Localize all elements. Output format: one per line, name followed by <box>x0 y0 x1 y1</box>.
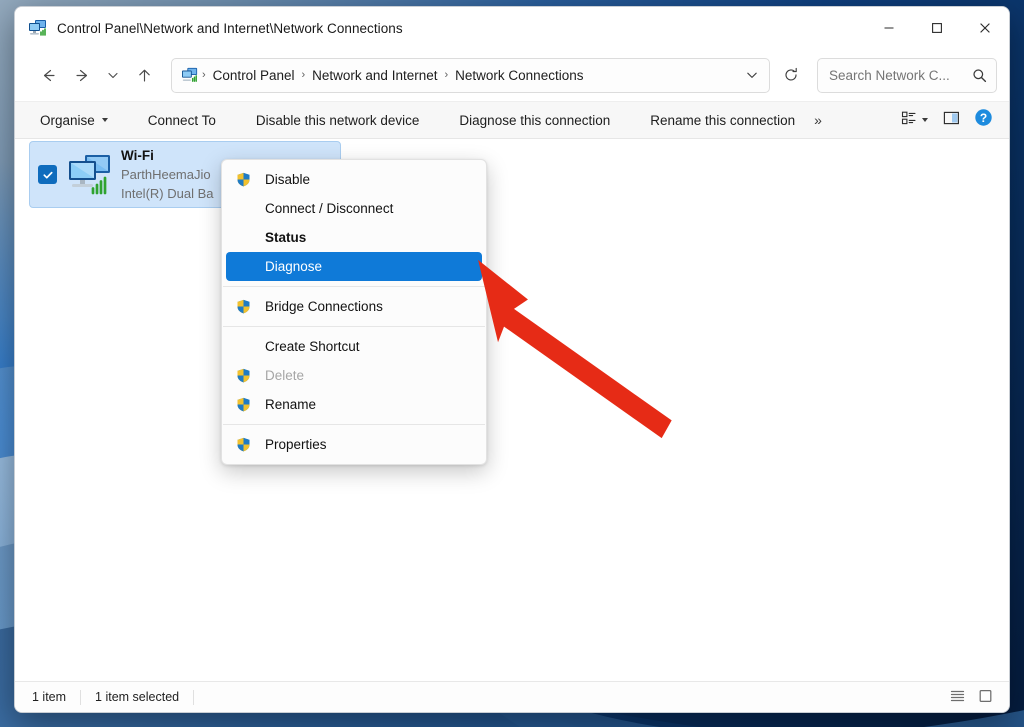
breadcrumb-separator: › <box>201 69 207 81</box>
chevron-down-icon <box>922 118 928 122</box>
menu-item-label: Properties <box>258 437 327 452</box>
details-view-button[interactable] <box>945 686 969 708</box>
view-options-icon <box>901 110 917 131</box>
uac-shield-icon <box>236 437 258 452</box>
menu-item-rename[interactable]: Rename <box>226 390 482 419</box>
window-title: Control Panel\Network and Internet\Netwo… <box>57 21 403 36</box>
explorer-window: Control Panel\Network and Internet\Netwo… <box>14 6 1010 713</box>
diagnose-connection-button[interactable]: Diagnose this connection <box>450 108 619 133</box>
search-box[interactable] <box>817 58 997 93</box>
connect-to-button[interactable]: Connect To <box>139 108 225 133</box>
network-adapter-icon <box>65 152 115 198</box>
breadcrumb-network-icon <box>181 67 199 83</box>
status-bar: 1 item 1 item selected <box>15 681 1009 712</box>
up-button[interactable] <box>127 58 161 92</box>
forward-button[interactable] <box>65 58 99 92</box>
menu-item-label: Disable <box>258 172 310 187</box>
uac-shield-icon <box>236 397 258 412</box>
menu-item-create-shortcut[interactable]: Create Shortcut <box>226 332 482 361</box>
connection-checkbox[interactable] <box>38 165 57 184</box>
organise-label: Organise <box>40 113 95 128</box>
chevron-down-icon[interactable] <box>737 60 767 91</box>
menu-item-label: Connect / Disconnect <box>258 201 393 216</box>
menu-item-diagnose[interactable]: Diagnose <box>226 252 482 281</box>
uac-shield-icon <box>236 368 258 383</box>
menu-separator <box>223 326 485 327</box>
connection-name: Wi-Fi <box>121 146 213 165</box>
menu-item-delete: Delete <box>226 361 482 390</box>
disable-network-device-button[interactable]: Disable this network device <box>247 108 429 133</box>
toolbar-right-group: ? <box>895 106 999 134</box>
selection-count: 1 item selected <box>95 690 193 704</box>
rename-connection-button[interactable]: Rename this connection <box>641 108 804 133</box>
refresh-button[interactable] <box>774 58 808 92</box>
context-menu: Disable Connect / Disconnect Status Diag… <box>221 159 487 465</box>
uac-shield-icon <box>236 172 258 187</box>
help-icon: ? <box>974 108 993 132</box>
close-button[interactable] <box>961 7 1009 49</box>
connection-text: Wi-Fi ParthHeemaJio Intel(R) Dual Ba <box>121 146 213 203</box>
breadcrumb-segment-network-and-internet[interactable]: Network and Internet <box>306 65 443 86</box>
menu-item-label: Bridge Connections <box>258 299 383 314</box>
details-view-icon <box>950 689 965 706</box>
maximize-button[interactable] <box>913 7 961 49</box>
preview-pane-icon <box>943 110 960 131</box>
menu-item-properties[interactable]: Properties <box>226 430 482 459</box>
menu-item-bridge-connections[interactable]: Bridge Connections <box>226 292 482 321</box>
menu-item-connect-disconnect[interactable]: Connect / Disconnect <box>226 194 482 223</box>
large-icons-view-button[interactable] <box>973 686 997 708</box>
window-controls <box>865 7 1009 49</box>
network-connections-icon <box>28 19 48 37</box>
organise-button[interactable]: Organise <box>31 108 117 133</box>
menu-item-label: Create Shortcut <box>258 339 360 354</box>
menu-item-status[interactable]: Status <box>226 223 482 252</box>
back-button[interactable] <box>31 58 65 92</box>
menu-item-disable[interactable]: Disable <box>226 165 482 194</box>
address-bar-row: › Control Panel › Network and Internet ›… <box>15 49 1009 101</box>
menu-item-label: Delete <box>258 368 304 383</box>
minimize-button[interactable] <box>865 7 913 49</box>
menu-item-label: Diagnose <box>258 259 322 274</box>
chevron-down-icon <box>102 118 108 122</box>
breadcrumb-segment-network-connections[interactable]: Network Connections <box>449 65 589 86</box>
large-icons-view-icon <box>978 689 993 706</box>
menu-separator <box>223 286 485 287</box>
connection-ssid: ParthHeemaJio <box>121 165 213 184</box>
connections-list-area: Wi-Fi ParthHeemaJio Intel(R) Dual Ba <box>15 139 1009 681</box>
breadcrumb-segment-control-panel[interactable]: Control Panel <box>207 65 301 86</box>
view-options-button[interactable] <box>895 106 934 134</box>
menu-item-label: Rename <box>258 397 316 412</box>
connection-adapter: Intel(R) Dual Ba <box>121 184 213 203</box>
search-icon[interactable] <box>970 68 988 83</box>
view-toggle-group <box>945 686 997 708</box>
menu-item-label: Status <box>258 230 306 245</box>
command-toolbar: Organise Connect To Disable this network… <box>15 101 1009 139</box>
preview-pane-button[interactable] <box>936 106 966 134</box>
search-input[interactable] <box>829 68 970 83</box>
help-button[interactable]: ? <box>968 106 999 134</box>
uac-shield-icon <box>236 299 258 314</box>
title-bar[interactable]: Control Panel\Network and Internet\Netwo… <box>15 7 1009 49</box>
breadcrumb[interactable]: › Control Panel › Network and Internet ›… <box>171 58 770 93</box>
recent-locations-button[interactable] <box>99 58 127 92</box>
menu-separator <box>223 424 485 425</box>
red-arrow-annotation <box>15 139 1009 681</box>
svg-text:?: ? <box>980 111 987 125</box>
item-count: 1 item <box>32 690 80 704</box>
toolbar-overflow-button[interactable]: » <box>804 107 832 133</box>
